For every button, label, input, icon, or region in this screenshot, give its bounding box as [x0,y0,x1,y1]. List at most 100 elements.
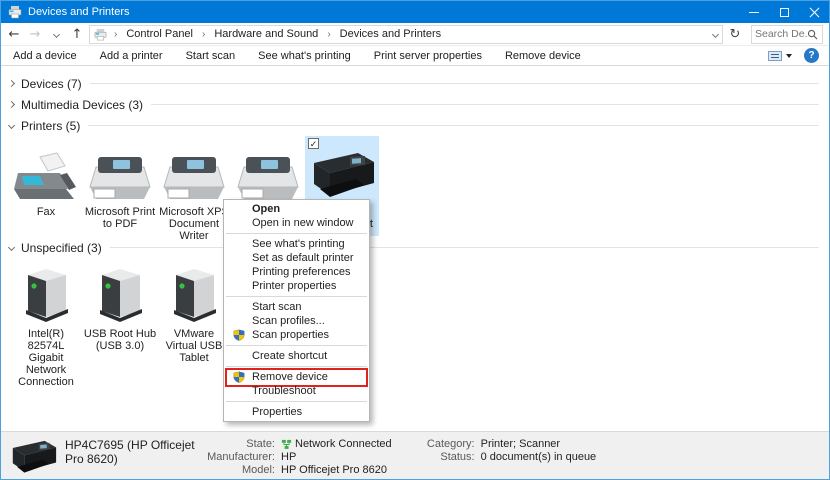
model-value: HP Officejet Pro 8620 [281,464,392,476]
add-a-device-button[interactable]: Add a device [13,50,77,62]
chevron-right-icon [8,101,15,108]
breadcrumb-separator: › [199,29,208,40]
printer-tile-microsoft-print-to-pdf[interactable]: Microsoft Print to PDF [83,136,157,237]
unspecified-row: Intel(R) 82574L Gigabit Network Connecti… [1,258,829,370]
details-pane: HP4C7695 (HP Officejet Pro 8620) State: … [1,431,829,479]
hp-printer-icon [7,436,59,476]
menu-item-create-shortcut[interactable]: Create shortcut [224,349,369,363]
section-divider [151,104,819,105]
section-divider [88,125,819,126]
menu-item-scan-properties[interactable]: Scan properties [224,328,369,342]
device-tile-vmware-usb-tablet[interactable]: VMware Virtual USB Tablet [157,258,231,370]
menu-separator [226,233,367,234]
selected-device-name: HP4C7695 (HP Officejet Pro 8620) [65,432,203,479]
remove-device-button[interactable]: Remove device [505,50,581,62]
list-view-icon [768,51,782,61]
breadcrumb-devices-and-printers[interactable]: Devices and Printers [338,28,444,40]
menu-item-troubleshoot[interactable]: Troubleshoot [224,384,369,398]
uac-shield-icon [233,329,245,341]
address-dropdown-icon[interactable] [712,30,719,37]
menu-separator [226,296,367,297]
chevron-right-icon [8,80,15,87]
section-label: Devices (7) [21,77,82,91]
forward-icon: → [30,28,41,41]
refresh-button[interactable]: ↻ [726,25,744,43]
menu-item-printing-preferences[interactable]: Printing preferences [224,265,369,279]
menu-item-properties[interactable]: Properties [224,405,369,419]
printers-row: Fax Microsoft Print to PDF Microsoft XPS… [1,136,829,237]
location-icon [94,28,107,41]
section-divider [90,83,819,84]
minimize-icon [749,12,759,13]
see-whats-printing-button[interactable]: See what's printing [258,50,351,62]
device-box-icon [167,265,221,323]
selected-device-thumbnail [1,432,65,479]
recent-locations-button[interactable] [47,25,65,43]
state-label: State: [203,438,275,450]
section-devices[interactable]: Devices (7) [1,73,829,94]
view-options-button[interactable] [768,51,792,61]
context-menu: Open Open in new window See what's print… [223,199,370,422]
maximize-button[interactable] [769,1,799,23]
printer-icon [232,151,304,201]
search-input[interactable] [755,28,807,40]
search-box[interactable] [751,25,823,44]
tile-label: VMware Virtual USB Tablet [157,328,231,364]
breadcrumb-control-panel[interactable]: Control Panel [124,28,195,40]
menu-item-scan-profiles[interactable]: Scan profiles... [224,314,369,328]
print-server-properties-button[interactable]: Print server properties [374,50,482,62]
start-scan-button[interactable]: Start scan [186,50,236,62]
close-icon [809,7,819,17]
command-toolbar: Add a device Add a printer Start scan Se… [1,46,829,66]
window-title: Devices and Printers [28,6,739,18]
up-icon: ↑ [72,28,83,41]
forward-button[interactable]: → [26,25,44,43]
status-value: 0 document(s) in queue [481,451,597,463]
menu-item-printer-properties[interactable]: Printer properties [224,279,369,293]
close-button[interactable] [799,1,829,23]
section-label: Printers (5) [21,119,80,133]
category-value: Printer; Scanner [481,438,597,450]
device-tile-usb-root-hub[interactable]: USB Root Hub (USB 3.0) [83,258,157,370]
menu-separator [226,401,367,402]
navigation-bar: ← → ↑ › Control Panel › Hardware and Sou… [1,23,829,46]
details-column-1: State: Network Connected Manufacturer: H… [203,438,392,479]
section-unspecified[interactable]: Unspecified (3) [1,237,829,258]
category-label: Category: [420,438,475,450]
manufacturer-label: Manufacturer: [203,451,275,463]
device-tile-intel-network[interactable]: Intel(R) 82574L Gigabit Network Connecti… [9,258,83,370]
chevron-down-icon [8,244,15,251]
breadcrumb-separator: › [324,29,333,40]
menu-item-start-scan[interactable]: Start scan [224,300,369,314]
tile-label: Microsoft XPS Document Writer [157,206,231,242]
back-icon: ← [9,28,20,41]
menu-item-open[interactable]: Open [224,202,369,216]
minimize-button[interactable] [739,1,769,23]
printer-tile-microsoft-xps-document-writer[interactable]: Microsoft XPS Document Writer [157,136,231,237]
selection-checkbox[interactable]: ✓ [308,138,319,149]
fax-icon [10,151,82,201]
section-printers[interactable]: Printers (5) [1,115,829,136]
maximize-icon [780,8,789,17]
refresh-icon: ↻ [730,27,741,42]
tile-label: USB Root Hub (USB 3.0) [83,328,157,352]
device-box-icon [93,265,147,323]
devices-and-printers-window: Devices and Printers ← → ↑ › Control Pan… [0,0,830,480]
chevron-down-icon [786,54,792,58]
address-bar[interactable]: › Control Panel › Hardware and Sound › D… [89,25,723,44]
printer-tile-fax[interactable]: Fax [9,136,83,237]
back-button[interactable]: ← [5,25,23,43]
menu-item-open-in-new-window[interactable]: Open in new window [224,216,369,230]
menu-item-set-as-default-printer[interactable]: Set as default printer [224,251,369,265]
device-list-area: Devices (7) Multimedia Devices (3) Print… [1,73,829,441]
network-connected-icon [281,439,292,450]
tile-label: Microsoft Print to PDF [83,206,157,230]
menu-item-see-whats-printing[interactable]: See what's printing [224,237,369,251]
menu-item-remove-device[interactable]: Remove device [224,370,369,384]
device-box-icon [19,265,73,323]
add-a-printer-button[interactable]: Add a printer [100,50,163,62]
up-button[interactable]: ↑ [68,25,86,43]
section-multimedia-devices[interactable]: Multimedia Devices (3) [1,94,829,115]
help-button[interactable]: ? [804,48,819,63]
breadcrumb-hardware-and-sound[interactable]: Hardware and Sound [212,28,320,40]
